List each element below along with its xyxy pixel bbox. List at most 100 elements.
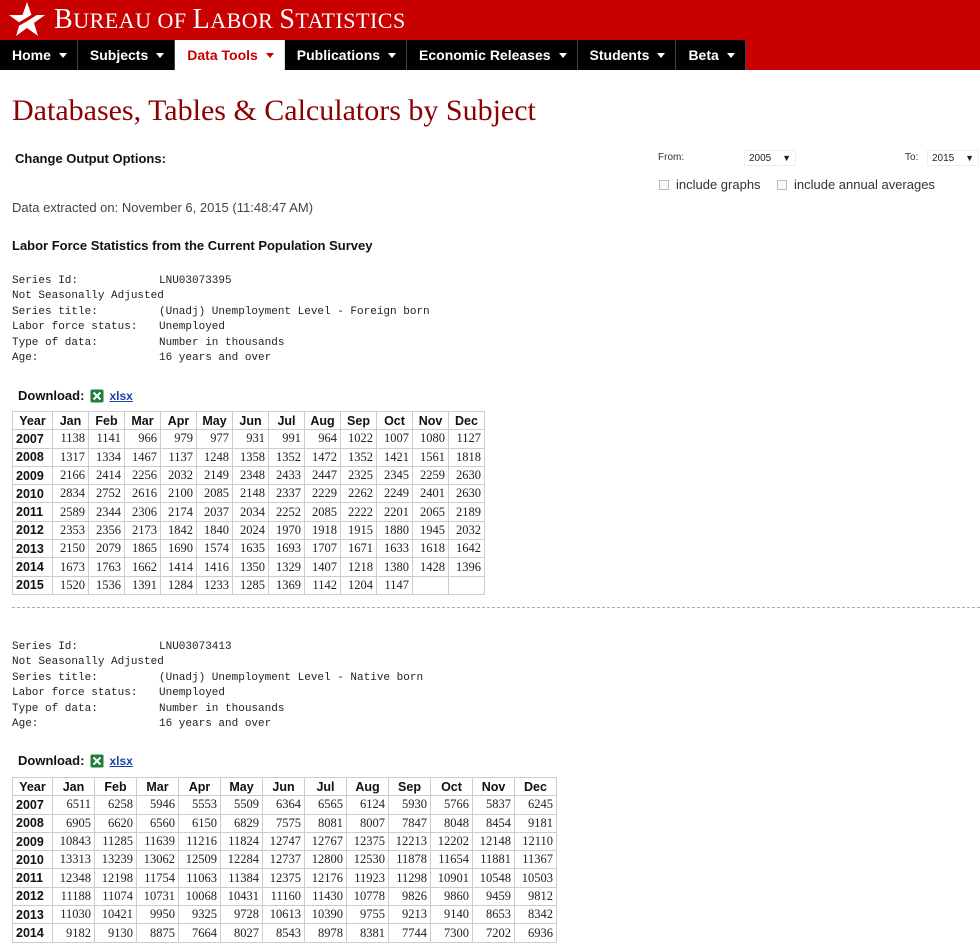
site-title[interactable]: BUREAU OF LABOR STATISTICS [54, 4, 406, 36]
to-year-select[interactable]: 2015 ▼ [927, 150, 979, 166]
value-cell: 2433 [268, 465, 305, 486]
type-row: Type of data: Number in thousands [12, 702, 423, 717]
column-header: May [220, 776, 263, 797]
value-cell: 2325 [340, 465, 377, 486]
value-cell: 2149 [196, 465, 233, 486]
include-graphs-checkbox[interactable] [659, 179, 669, 190]
value-cell: 1690 [160, 539, 197, 559]
value-cell: 10901 [430, 868, 473, 888]
caret-down-icon [265, 52, 274, 58]
value-cell: 6511 [52, 795, 95, 815]
from-label: From: [658, 152, 685, 163]
table-row: 2015 1520 1536 1391 1284 1233 1285 1369 1142 1204… [12, 575, 485, 595]
page-title: Databases, Tables & Calculators by Subje… [12, 94, 536, 127]
value-cell: 12737 [262, 850, 305, 870]
column-header: Dec [514, 776, 557, 797]
value-cell: 6905 [52, 813, 95, 833]
value-cell: 1007 [376, 429, 413, 449]
chevron-down-icon: ▼ [965, 153, 974, 163]
from-year-select[interactable]: 2005 ▼ [744, 150, 796, 166]
value-cell: 7202 [472, 923, 515, 943]
column-header: Year [12, 776, 53, 797]
nav-item-publications[interactable]: Publications [284, 40, 408, 70]
value-cell: 1574 [196, 539, 233, 559]
include-annual-checkbox[interactable] [777, 179, 787, 190]
column-header: Jul [304, 776, 347, 797]
value-cell: 7847 [388, 813, 431, 833]
value-cell: 2148 [232, 484, 269, 504]
value-cell: 2201 [376, 502, 413, 522]
value-cell: 1334 [88, 447, 125, 467]
excel-icon[interactable] [90, 754, 104, 768]
type-value: Number in thousands [159, 702, 285, 715]
value-cell: 11030 [52, 905, 95, 925]
value-cell: 2085 [304, 502, 341, 522]
value-cell: 1141 [88, 429, 125, 449]
value-cell: 1369 [268, 575, 305, 595]
status-value: Unemployed [159, 321, 226, 334]
table-row: 2009 2166 2414 2256 2032 2149 2348 2433 2447 2325… [12, 465, 485, 486]
value-cell: 5553 [178, 795, 221, 815]
xlsx-download-link[interactable]: xlsx [109, 389, 132, 403]
table-row: 2012 2353 2356 2173 1842 1840 2024 1970 1918 1915… [12, 520, 485, 541]
value-cell: 10778 [346, 886, 389, 907]
value-cell: 1693 [268, 539, 305, 559]
value-cell: 10068 [178, 886, 221, 907]
section-divider [12, 607, 980, 608]
to-label: To: [905, 152, 919, 163]
value-cell: 9130 [94, 923, 137, 943]
value-cell: 1218 [340, 557, 377, 577]
value-cell: 2032 [448, 520, 485, 541]
type-value: Number in thousands [159, 336, 285, 349]
nav-item-subjects[interactable]: Subjects [77, 40, 176, 70]
value-cell: 6364 [262, 795, 305, 815]
download-label: Download: [18, 388, 85, 403]
value-cell: 8978 [304, 923, 347, 943]
value-cell: 2401 [412, 484, 449, 504]
value-cell: 966 [124, 429, 161, 449]
value-cell: 991 [268, 429, 305, 449]
nav-item-economic-releases[interactable]: Economic Releases [407, 40, 578, 70]
year-cell: 2012 [12, 520, 53, 541]
table-row: 2013 11030 10421 9950 9325 9728 10613 10390 9755… [12, 905, 557, 925]
value-cell: 6829 [220, 813, 263, 833]
value-cell: 1880 [376, 520, 413, 541]
nav-item-data-tools[interactable]: Data Tools [175, 40, 285, 70]
value-cell: 6565 [304, 795, 347, 815]
value-cell: 7300 [430, 923, 473, 943]
value-cell: 5766 [430, 795, 473, 815]
age-row: Age: 16 years and over [12, 717, 423, 732]
table-header-row: Year Jan Feb Mar Apr May Jun Jul Aug Sep Oct Nov Dec [12, 410, 485, 431]
excel-icon[interactable] [90, 389, 104, 403]
value-cell: 1352 [268, 447, 305, 467]
nav-item-students[interactable]: Students [577, 40, 677, 70]
series-id-value: LNU03073413 [159, 641, 232, 653]
value-cell: 2630 [448, 484, 485, 504]
value-cell: 9213 [388, 905, 431, 925]
value-cell: 1248 [196, 447, 233, 467]
value-cell: 2150 [52, 539, 89, 559]
nav-item-home[interactable]: Home [0, 40, 78, 70]
series-1-table: Year Jan Feb Mar Apr May Jun Jul Aug Sep Oct Nov Dec… [12, 410, 485, 595]
value-cell: 1421 [376, 447, 413, 467]
value-cell: 11881 [472, 850, 515, 870]
site-banner: BUREAU OF LABOR STATISTICS [0, 0, 980, 40]
value-cell: 2024 [232, 520, 269, 541]
nav-item-label: Home [12, 47, 51, 63]
value-cell: 1284 [160, 575, 197, 595]
caret-down-icon [558, 52, 567, 58]
star-logo-icon[interactable] [5, 0, 49, 40]
series-id-row: Series Id: LNU03073395 [12, 274, 430, 289]
value-cell: 2262 [340, 484, 377, 504]
year-cell: 2013 [12, 905, 53, 925]
value-cell: 1707 [304, 539, 341, 559]
year-cell: 2009 [12, 465, 53, 486]
nav-item-beta[interactable]: Beta [676, 40, 746, 70]
value-cell [448, 575, 485, 595]
value-cell: 1671 [340, 539, 377, 559]
xlsx-download-link[interactable]: xlsx [109, 754, 132, 768]
value-cell: 8048 [430, 813, 473, 833]
value-cell: 2256 [124, 465, 161, 486]
nav-item-label: Beta [688, 47, 719, 63]
value-cell: 2447 [304, 465, 341, 486]
